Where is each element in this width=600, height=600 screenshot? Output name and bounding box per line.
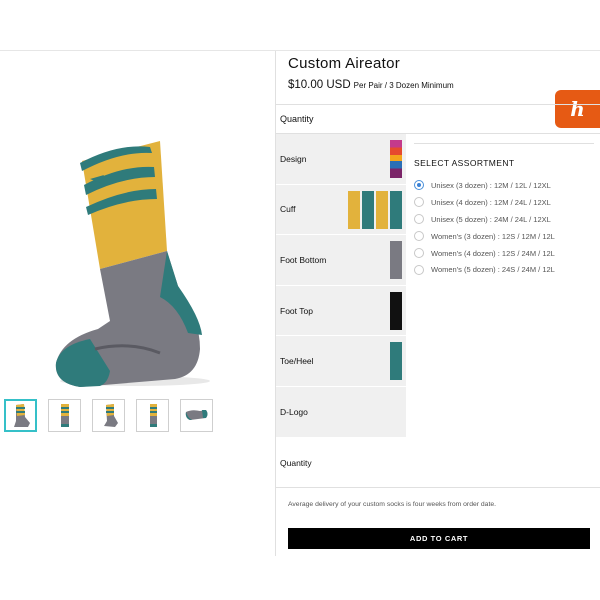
part-label: D-Logo: [280, 406, 308, 417]
part-label: Design: [280, 153, 307, 164]
customization-part-list: Design Cuff Foot Bottom Foot Top Toe/Hee…: [276, 134, 406, 438]
option-label: Women's (4 dozen) : 12S / 24M / 12L: [431, 248, 555, 258]
part-label: Foot Bottom: [280, 254, 327, 265]
part-label: Cuff: [280, 204, 296, 215]
foot-top-swatches: [390, 291, 402, 330]
part-row-cuff[interactable]: Cuff: [276, 184, 406, 236]
price-note: Per Pair / 3 Dozen Minimum: [353, 81, 454, 90]
assortment-option[interactable]: Women's (3 dozen) : 12S / 12M / 12L: [414, 228, 555, 245]
color-swatch-black: [390, 291, 402, 330]
quantity-label: Quantity: [280, 458, 312, 468]
delivery-note: Average delivery of your custom socks is…: [288, 501, 497, 508]
color-swatch-teal: [362, 190, 374, 229]
thumbnail-2[interactable]: [48, 399, 81, 432]
assortment-option[interactable]: Unisex (4 dozen) : 12M / 24L / 12XL: [414, 194, 555, 211]
thumbnail-strip: [4, 399, 213, 432]
foot-bottom-swatches: [390, 241, 402, 280]
part-label: Foot Top: [280, 305, 313, 316]
option-label: Unisex (3 dozen) : 12M / 12L / 12XL: [431, 180, 551, 190]
assortment-option[interactable]: Unisex (5 dozen) : 24M / 24L / 12XL: [414, 211, 555, 228]
divider: [414, 143, 594, 144]
color-swatch-teal: [390, 342, 402, 381]
radio-button[interactable]: [414, 231, 424, 242]
divider: [276, 104, 600, 105]
thumbnail-1[interactable]: [4, 399, 37, 432]
price-row: $10.00 USD Per Pair / 3 Dozen Minimum: [288, 75, 454, 93]
part-label: Toe/Heel: [280, 356, 314, 367]
product-main-image[interactable]: [40, 91, 230, 391]
part-row-toe-heel[interactable]: Toe/Heel: [276, 336, 406, 387]
radio-button-checked[interactable]: [414, 180, 424, 191]
option-label: Unisex (4 dozen) : 12M / 24L / 12XL: [431, 197, 551, 207]
product-title: Custom Aireator: [288, 55, 401, 72]
option-label: Women's (5 dozen) : 24S / 24M / 12L: [431, 265, 555, 275]
radio-button[interactable]: [414, 214, 424, 225]
assortment-title: SELECT ASSORTMENT: [414, 158, 515, 168]
assortment-option[interactable]: Women's (5 dozen) : 24S / 24M / 12L: [414, 261, 555, 278]
part-row-foot-top[interactable]: Foot Top: [276, 285, 406, 337]
radio-button[interactable]: [414, 264, 424, 275]
assortment-option[interactable]: Unisex (3 dozen) : 12M / 12L / 12XL: [414, 177, 555, 194]
color-swatch-gray: [390, 241, 402, 280]
thumbnail-4[interactable]: [136, 399, 169, 432]
product-gallery: [0, 51, 275, 556]
divider: [276, 487, 600, 488]
design-swatches: [390, 140, 402, 178]
part-row-d-logo[interactable]: D-Logo: [276, 386, 406, 438]
assortment-options: Unisex (3 dozen) : 12M / 12L / 12XL Unis…: [414, 177, 555, 278]
radio-button[interactable]: [414, 248, 424, 258]
honey-extension-icon[interactable]: h: [555, 90, 600, 128]
color-swatch-mustard: [376, 190, 388, 229]
product-price: $10.00 USD: [288, 79, 351, 91]
color-swatch-mustard: [348, 190, 360, 229]
add-to-cart-button[interactable]: ADD TO CART: [288, 528, 590, 549]
toe-heel-swatches: [390, 342, 402, 381]
option-label: Women's (3 dozen) : 12S / 12M / 12L: [431, 231, 555, 241]
option-label: Unisex (5 dozen) : 24M / 24L / 12XL: [431, 214, 551, 224]
part-row-foot-bottom[interactable]: Foot Bottom: [276, 235, 406, 286]
cuff-swatches: [348, 190, 402, 229]
radio-button[interactable]: [414, 197, 424, 208]
quantity-header[interactable]: Quantity: [280, 114, 314, 124]
assortment-option[interactable]: Women's (4 dozen) : 12S / 24M / 12L: [414, 245, 555, 262]
thumbnail-3[interactable]: [92, 399, 125, 432]
design-swatch: [390, 140, 402, 178]
thumbnail-5[interactable]: [180, 399, 213, 432]
color-swatch-teal: [390, 190, 402, 229]
part-row-design[interactable]: Design: [276, 134, 406, 185]
